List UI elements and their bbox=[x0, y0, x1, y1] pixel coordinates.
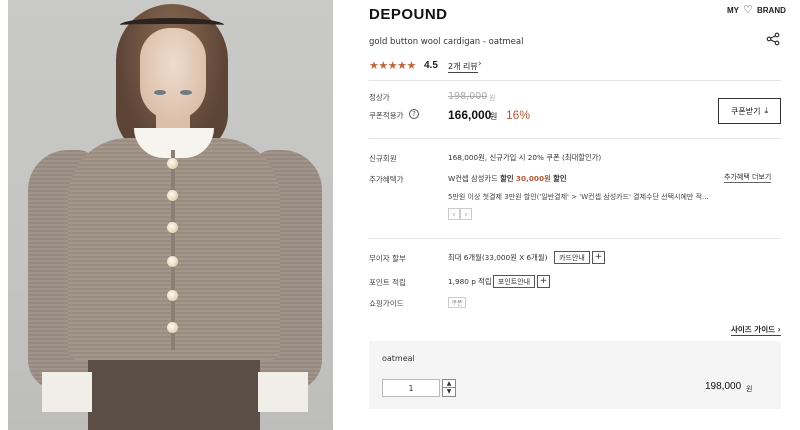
quantity-stepper[interactable]: ▲ ▼ bbox=[442, 379, 456, 397]
extra-benefit-label: 추가혜택가 bbox=[369, 175, 404, 184]
points-info-plus-icon[interactable]: + bbox=[537, 275, 550, 288]
sale-price: 166,000 bbox=[448, 108, 492, 122]
my-link[interactable]: MY bbox=[727, 6, 739, 15]
photo-skirt bbox=[88, 356, 260, 430]
discount-word: 할인 bbox=[553, 174, 567, 183]
quantity-up-icon[interactable]: ▲ bbox=[443, 380, 455, 388]
rating-stars: ★★★★★ bbox=[369, 59, 416, 72]
option-name: oatmeal bbox=[382, 354, 415, 363]
sale-price-unit: 원 bbox=[490, 112, 498, 121]
photo-gold-button bbox=[167, 222, 178, 233]
card-name: W컨셉 삼성카드 bbox=[448, 174, 498, 183]
brand-link[interactable]: BRAND bbox=[757, 6, 786, 15]
regular-price-unit: 원 bbox=[489, 94, 496, 102]
shopping-guide-label: 쇼핑가이드 bbox=[369, 299, 404, 308]
photo-cuff-left bbox=[42, 372, 92, 412]
get-coupon-label: 쿠폰받기 bbox=[731, 106, 761, 116]
coupon-tag[interactable]: 쿠폰 bbox=[448, 297, 466, 308]
divider bbox=[369, 238, 781, 239]
option-price-unit: 원 bbox=[746, 385, 753, 393]
chevron-right-icon[interactable]: › bbox=[478, 59, 482, 69]
size-guide-label: 사이즈 가이드 bbox=[731, 325, 776, 334]
photo-eye bbox=[180, 90, 192, 95]
points-value: 1,980 p 적립 bbox=[448, 277, 492, 286]
divider bbox=[369, 138, 781, 139]
heart-icon[interactable]: ♡ bbox=[743, 3, 753, 16]
installment-value: 최대 6개월(33,000원 X 6개월) bbox=[448, 253, 548, 262]
photo-gold-button bbox=[167, 290, 178, 301]
quantity-down-icon[interactable]: ▼ bbox=[443, 388, 455, 396]
photo-gold-button bbox=[167, 322, 178, 333]
photo-gold-button bbox=[167, 158, 178, 169]
regular-price: 198,000 bbox=[448, 91, 488, 102]
size-guide-link[interactable]: 사이즈 가이드 › bbox=[731, 324, 781, 336]
brand-title[interactable]: DEPOUND bbox=[369, 6, 448, 23]
extra-benefit-detail: 5만원 이상 첫결제 3만원 할인('일반결제' > 'W컨셉 삼성카드' 결제… bbox=[448, 193, 709, 201]
help-icon[interactable]: ? bbox=[409, 109, 419, 119]
quantity-input[interactable]: 1 bbox=[382, 379, 440, 397]
benefit-pager: ‹ › bbox=[448, 208, 472, 220]
discount-rate: 16% bbox=[506, 108, 531, 122]
download-icon: ⤓ bbox=[764, 106, 768, 115]
get-coupon-button[interactable]: 쿠폰받기 ⤓ bbox=[718, 98, 781, 124]
regular-price-label: 정상가 bbox=[369, 93, 390, 102]
points-label: 포인트 적립 bbox=[369, 278, 406, 287]
new-member-value: 168,000원, 신규가입 시 20% 쿠폰 (최대할인가) bbox=[448, 153, 602, 162]
more-benefits-link[interactable]: 추가혜택 더보기 bbox=[724, 172, 772, 183]
installment-label: 무이자 할부 bbox=[369, 254, 406, 263]
product-name: gold button wool cardigan - oatmeal bbox=[369, 37, 524, 47]
product-photo bbox=[8, 0, 333, 430]
option-price: 198,000 bbox=[705, 381, 742, 392]
card-info-button[interactable]: 카드안내 bbox=[554, 251, 590, 264]
reviews-link[interactable]: 2개 리뷰 bbox=[448, 61, 478, 73]
discount-amount: 30,000원 bbox=[515, 174, 551, 183]
photo-gold-button bbox=[167, 256, 178, 267]
pager-next-icon[interactable]: › bbox=[460, 208, 472, 220]
photo-gold-button bbox=[167, 190, 178, 201]
photo-headband bbox=[120, 18, 224, 32]
divider bbox=[369, 80, 781, 81]
photo-eye bbox=[154, 90, 166, 95]
discount-word: 할인 bbox=[500, 174, 514, 183]
points-info-button[interactable]: 포인트안내 bbox=[493, 275, 535, 288]
coupon-price-label: 쿠폰적용가 bbox=[369, 111, 404, 120]
photo-face bbox=[140, 28, 206, 120]
photo-placket bbox=[171, 150, 175, 350]
extra-benefit-value: W컨셉 삼성카드 할인 30,000원 할인 bbox=[448, 174, 567, 184]
selected-option-panel bbox=[369, 341, 781, 409]
pager-prev-icon[interactable]: ‹ bbox=[448, 208, 460, 220]
new-member-label: 신규회원 bbox=[369, 154, 397, 163]
share-icon[interactable] bbox=[766, 32, 780, 46]
rating-score: 4.5 bbox=[424, 60, 438, 71]
card-info-plus-icon[interactable]: + bbox=[592, 251, 605, 264]
photo-cuff-right bbox=[258, 372, 308, 412]
